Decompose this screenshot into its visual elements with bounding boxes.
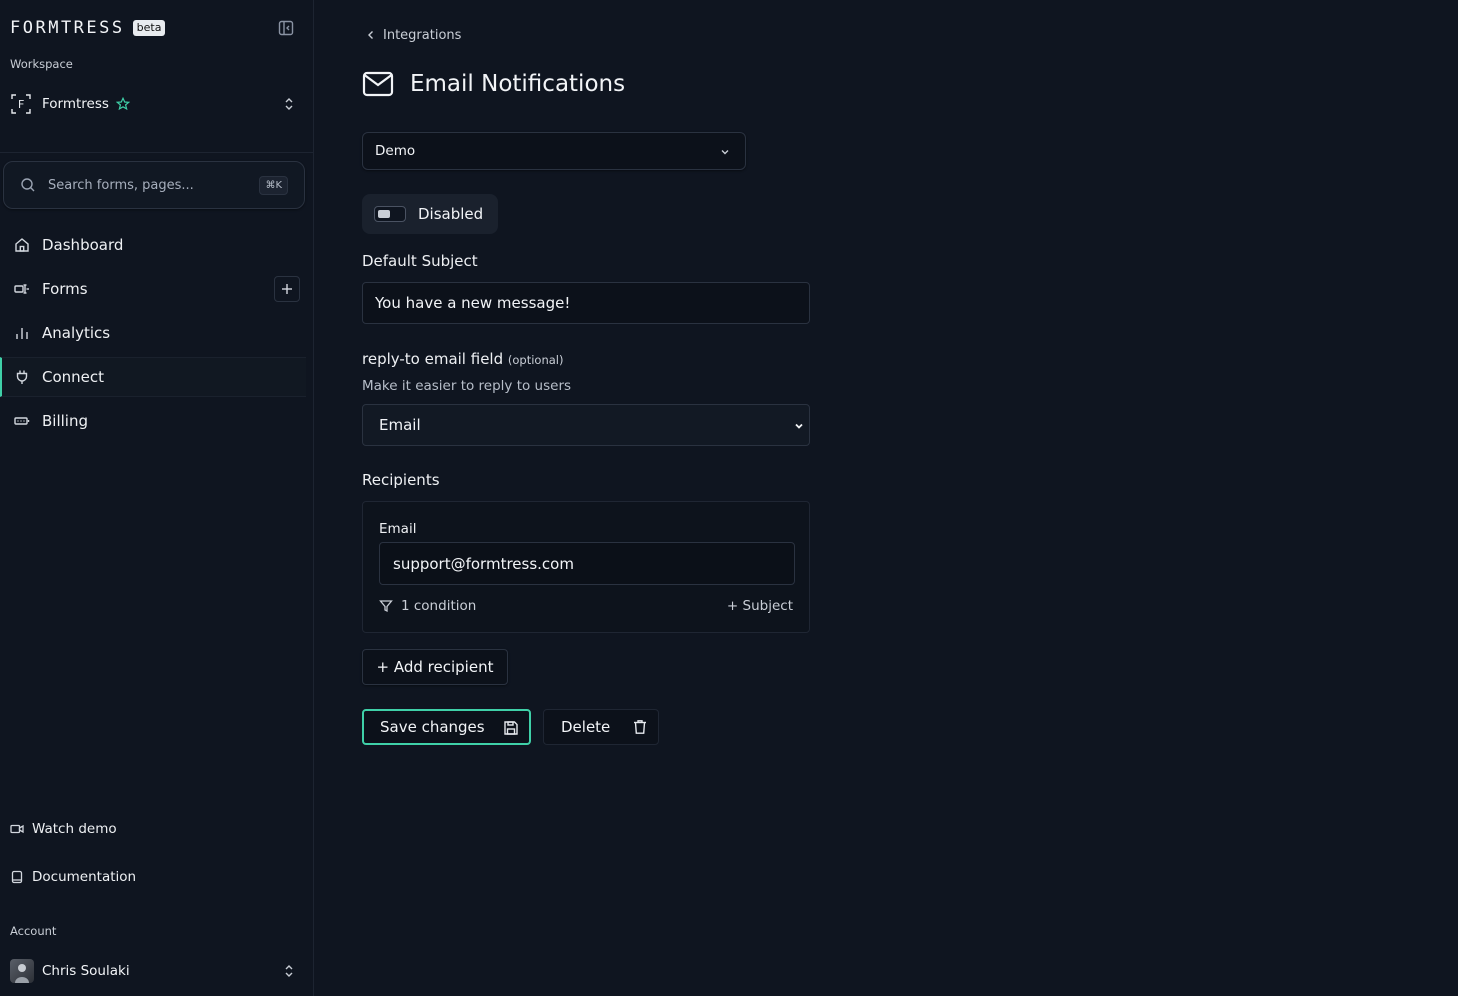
add-form-button[interactable]	[274, 276, 300, 302]
sidebar-item-billing[interactable]: Billing	[0, 401, 306, 441]
trash-icon	[632, 719, 648, 735]
filter-icon	[379, 599, 393, 613]
sidebar-item-analytics[interactable]: Analytics	[0, 313, 306, 353]
search-placeholder: Search forms, pages...	[48, 177, 194, 193]
recipient-field-label: Email	[379, 521, 417, 537]
condition-label: 1 condition	[401, 598, 477, 614]
reply-to-label-text: reply-to email field	[362, 350, 504, 368]
battery-icon	[14, 413, 30, 429]
video-icon	[10, 822, 24, 836]
documentation-label: Documentation	[32, 869, 137, 885]
watch-demo-link[interactable]: Watch demo	[10, 819, 117, 839]
sidebar-collapse-icon[interactable]	[278, 20, 294, 36]
default-subject-value: You have a new message!	[375, 294, 571, 312]
recipient-email-value: support@formtress.com	[393, 554, 574, 573]
default-subject-label: Default Subject	[362, 252, 478, 270]
add-recipient-button[interactable]: + Add recipient	[362, 649, 508, 685]
save-button-label: Save changes	[380, 718, 485, 736]
chevron-up-down-icon[interactable]	[282, 963, 296, 979]
sidebar-divider	[0, 152, 314, 153]
toggle-label: Disabled	[418, 205, 484, 223]
toggle-knob	[378, 210, 390, 218]
mail-icon	[362, 70, 394, 98]
condition-button[interactable]: 1 condition	[379, 598, 476, 614]
search-shortcut-badge: ⌘K	[259, 176, 288, 195]
recipient-email-input[interactable]: support@formtress.com	[379, 542, 795, 585]
optional-tag: (optional)	[507, 353, 564, 367]
reply-to-label: reply-to email field (optional)	[362, 350, 563, 368]
recipient-card: Email support@formtress.com 1 condition …	[362, 501, 810, 633]
workspace-switcher[interactable]: F Formtress	[10, 92, 300, 116]
star-icon[interactable]	[115, 97, 130, 111]
documentation-link[interactable]: Documentation	[10, 867, 136, 887]
add-subject-button[interactable]: + Subject	[727, 598, 793, 614]
page-title: Email Notifications	[410, 71, 626, 97]
sidebar-item-label: Dashboard	[42, 236, 124, 254]
watch-demo-label: Watch demo	[32, 821, 117, 837]
workspace-label: Workspace	[10, 57, 73, 71]
plus-icon	[282, 284, 292, 294]
save-button[interactable]: Save changes	[362, 709, 531, 745]
sidebar-item-label: Billing	[42, 412, 88, 430]
sidebar-item-dashboard[interactable]: Dashboard	[0, 225, 306, 265]
workspace-name: Formtress	[42, 96, 109, 112]
form-select-value: Demo	[375, 143, 416, 159]
breadcrumb[interactable]: Integrations	[366, 26, 461, 44]
recipients-label: Recipients	[362, 471, 440, 489]
sidebar-item-label: Connect	[42, 368, 105, 386]
forms-icon	[14, 281, 30, 297]
sidebar-item-label: Analytics	[42, 324, 111, 342]
breadcrumb-link[interactable]: Integrations	[383, 28, 461, 43]
beta-badge: beta	[132, 20, 166, 36]
default-subject-input[interactable]: You have a new message!	[362, 282, 810, 324]
avatar	[10, 959, 34, 983]
account-label: Account	[10, 924, 57, 938]
search-icon	[20, 177, 36, 193]
brand-logo[interactable]: FORMTRESS beta	[10, 16, 294, 40]
sidebar: FORMTRESS beta Workspace F Formtress Sea…	[0, 0, 314, 996]
search-input[interactable]: Search forms, pages... ⌘K	[3, 161, 305, 209]
plug-icon	[14, 369, 30, 385]
sidebar-item-connect[interactable]: Connect	[0, 357, 306, 397]
reply-to-select-value: Email	[379, 416, 421, 434]
workspace-logo-icon: F	[10, 93, 32, 115]
account-name: Chris Soulaki	[42, 963, 130, 979]
save-icon	[503, 720, 519, 736]
delete-button-label: Delete	[561, 718, 611, 736]
sidebar-item-label: Forms	[42, 280, 88, 298]
page-header: Email Notifications	[362, 68, 625, 100]
form-select[interactable]: Demo	[362, 132, 746, 170]
chevron-left-icon	[366, 30, 376, 40]
book-icon	[10, 870, 24, 884]
home-icon	[14, 237, 30, 253]
chevron-up-down-icon[interactable]	[282, 96, 296, 112]
chevron-down-icon	[719, 146, 731, 158]
toggle-switch[interactable]	[374, 206, 406, 222]
enable-toggle[interactable]: Disabled	[362, 194, 498, 234]
account-switcher[interactable]: Chris Soulaki	[10, 959, 300, 983]
chevron-down-icon	[793, 420, 805, 432]
bar-chart-icon	[14, 325, 30, 341]
delete-button[interactable]: Delete	[543, 709, 659, 745]
reply-to-help: Make it easier to reply to users	[362, 378, 572, 394]
svg-text:F: F	[18, 98, 25, 111]
brand-name: FORMTRESS	[10, 18, 125, 38]
sidebar-item-forms[interactable]: Forms	[0, 269, 306, 309]
reply-to-select[interactable]: Email	[362, 404, 810, 446]
